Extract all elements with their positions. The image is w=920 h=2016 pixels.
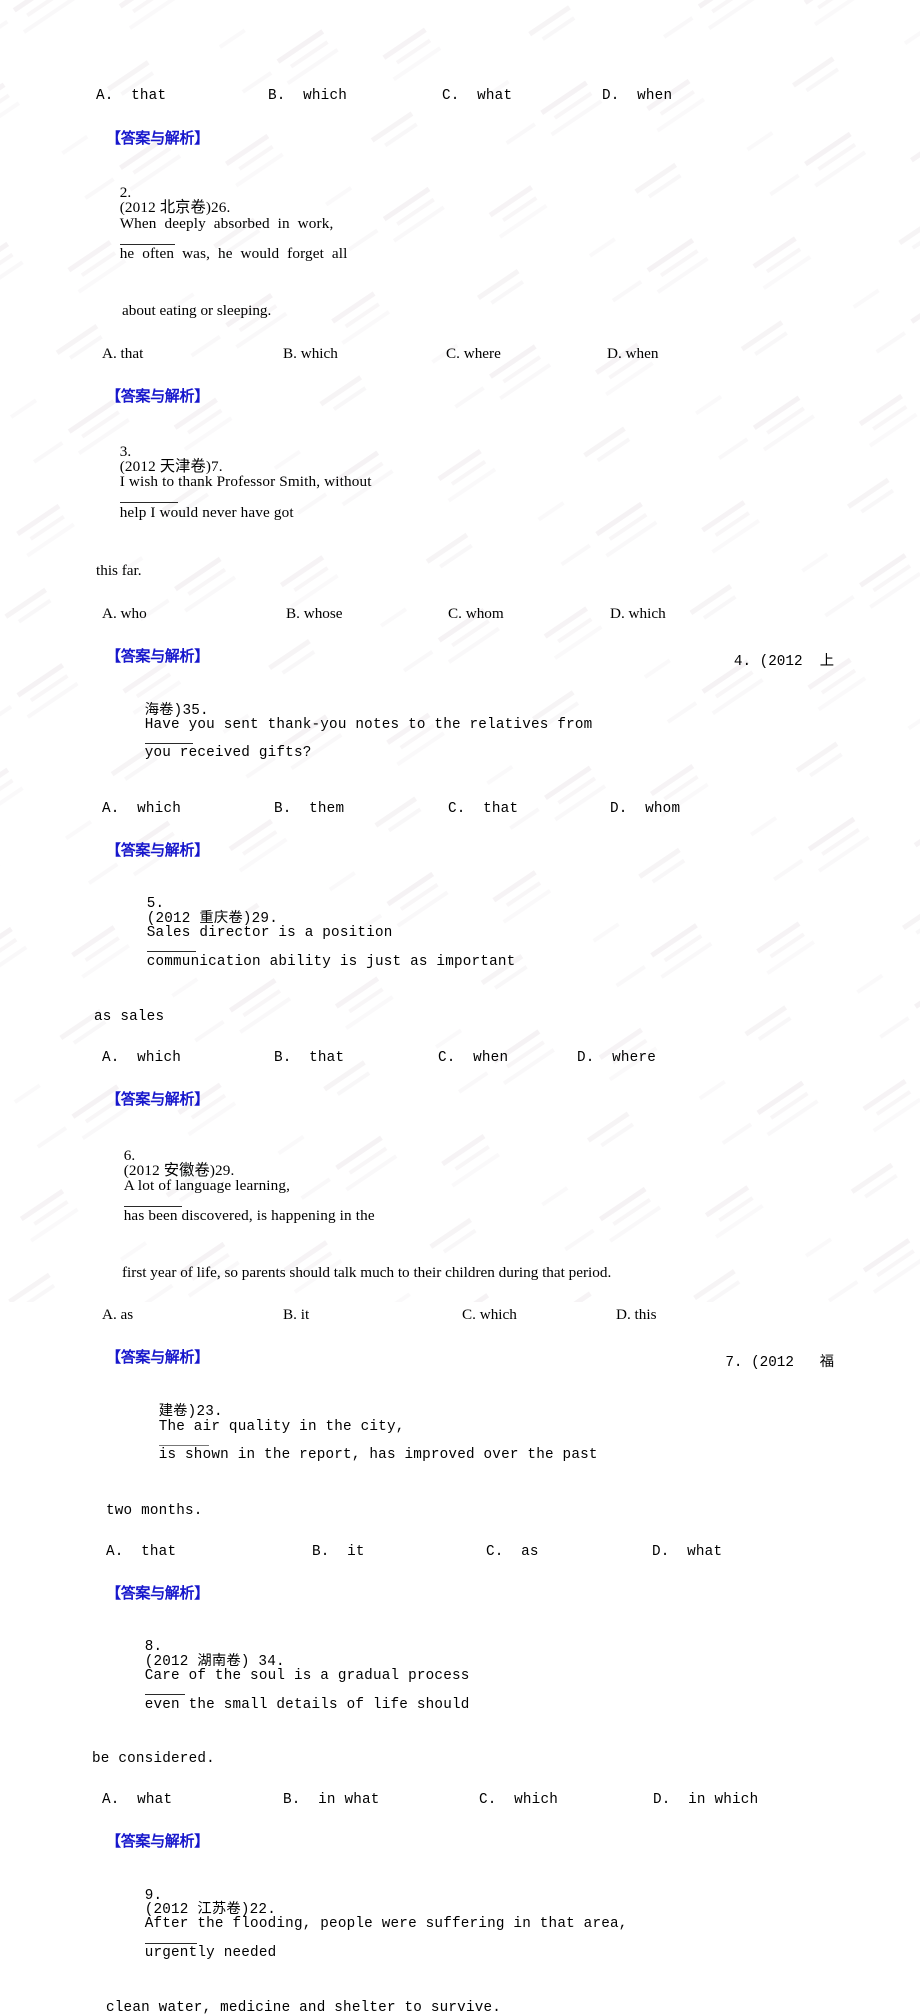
- option-b[interactable]: B. it: [283, 1306, 462, 1324]
- question-9-stem-line-2: clean water, medicine and shelter to sur…: [106, 1999, 502, 2016]
- option-d[interactable]: D. whom: [610, 801, 680, 817]
- answer-analysis-header-7[interactable]: 【答案与解析】: [96, 1582, 880, 1603]
- question-3-stem-line-1: 3. (2012 天津卷)7. I wish to thank Professo…: [96, 429, 880, 535]
- question-6-stem-line-1: 6. (2012 安徽卷)29. A lot of language learn…: [96, 1132, 880, 1238]
- question-9-stem-b: urgently needed: [144, 1944, 277, 1961]
- option-c[interactable]: C. as: [486, 1544, 652, 1560]
- question-3-options: A. who B. whose C. whom D. which: [96, 605, 880, 623]
- answer-analysis-header-4[interactable]: 【答案与解析】: [96, 839, 880, 860]
- question-6-stem-line-2: first year of life, so parents should ta…: [122, 1263, 612, 1281]
- option-b[interactable]: B. that: [274, 1050, 438, 1066]
- option-c[interactable]: C. which: [462, 1306, 616, 1324]
- question-9-stem-line-1: 9. (2012 江苏卷)22. After the flooding, peo…: [92, 1874, 880, 1974]
- answer-analysis-header-3[interactable]: 【答案与解析】: [96, 648, 209, 665]
- question-3-stem-line-2: this far.: [96, 562, 142, 580]
- question-4-options: A. which B. them C. that D. whom: [96, 801, 880, 817]
- option-b[interactable]: B. them: [274, 801, 448, 817]
- question-6-stem-a: A lot of language learning,: [123, 1177, 291, 1195]
- question-4-blank[interactable]: [144, 743, 193, 745]
- question-8: 8. (2012 湖南卷) 34. Care of the soul is a …: [92, 1626, 880, 1851]
- option-a[interactable]: A. who: [102, 605, 286, 623]
- question-8-stem-a: Care of the soul is a gradual process: [144, 1668, 470, 1684]
- option-d[interactable]: D. which: [610, 605, 666, 623]
- option-c[interactable]: C. which: [479, 1792, 653, 1808]
- question-4: 海卷)35. Have you sent thank-you notes to …: [96, 689, 880, 860]
- option-c[interactable]: C. what: [442, 88, 602, 104]
- question-1-options: A. that B. which C. what D. when: [96, 88, 880, 104]
- question-7-stem-b: is shown in the report, has improved ove…: [158, 1447, 598, 1464]
- question-6: 6. (2012 安徽卷)29. A lot of language learn…: [96, 1132, 880, 1372]
- question-9-blank[interactable]: [144, 1942, 197, 1944]
- answer-analysis-header-5[interactable]: 【答案与解析】: [96, 1088, 880, 1109]
- question-4-stem-b: you received gifts?: [144, 745, 312, 762]
- option-a[interactable]: A. as: [102, 1306, 283, 1324]
- question-8-stem-line-2: be considered.: [92, 1751, 215, 1768]
- option-a[interactable]: A. that: [96, 88, 268, 104]
- answer-analysis-header-6[interactable]: 【答案与解析】: [96, 1349, 209, 1366]
- question-5-blank[interactable]: [146, 951, 196, 953]
- answer-analysis-header-1[interactable]: 【答案与解析】: [96, 127, 880, 148]
- option-a[interactable]: A. which: [102, 801, 274, 817]
- question-4-stem-a: Have you sent thank-you notes to the rel…: [144, 716, 593, 733]
- option-d[interactable]: D. where: [577, 1050, 656, 1066]
- question-7-blank[interactable]: [158, 1444, 209, 1446]
- option-a[interactable]: A. that: [106, 1544, 312, 1560]
- question-9: 9. (2012 江苏卷)22. After the flooding, peo…: [96, 1874, 880, 2016]
- question-8-blank[interactable]: [144, 1694, 185, 1696]
- question-4-number-overflow: 4. (2012 上: [733, 654, 834, 671]
- question-8-stem-line-1: 8. (2012 湖南卷) 34. Care of the soul is a …: [92, 1626, 880, 1726]
- question-8-options: A. what B. in what C. which D. in which: [96, 1792, 880, 1808]
- option-a[interactable]: A. what: [102, 1792, 283, 1808]
- option-b[interactable]: B. it: [312, 1544, 486, 1560]
- option-c[interactable]: C. that: [448, 801, 610, 817]
- answer-header-row-6: 【答案与解析】 7. (2012 福: [96, 1346, 880, 1371]
- option-d[interactable]: D. this: [616, 1306, 657, 1324]
- question-2-stem-line-1: 2. (2012 北京卷)26. When deeply absorbed in…: [96, 170, 880, 276]
- option-c[interactable]: C. where: [446, 345, 607, 363]
- question-3-stem-a: I wish to thank Professor Smith, without: [119, 473, 372, 491]
- question-6-stem-b: has been discovered, is happening in the: [123, 1207, 375, 1225]
- question-5-stem-line-2: as sales: [94, 1009, 165, 1026]
- question-7-stem-line-1: 建卷)23. The air quality in the city, is s…: [96, 1391, 880, 1477]
- option-d[interactable]: D. when: [602, 88, 672, 104]
- question-8-stem-b: even the small details of life should: [144, 1696, 470, 1713]
- option-b[interactable]: B. in what: [283, 1792, 479, 1808]
- question-5-options: A. which B. that C. when D. where: [96, 1050, 880, 1066]
- question-2-stem-b: he often was, he would forget all: [119, 245, 348, 263]
- question-6-options: A. as B. it C. which D. this: [96, 1306, 880, 1324]
- question-2-options: A. that B. which C. where D. when: [96, 345, 880, 363]
- option-d[interactable]: D. when: [607, 345, 658, 363]
- question-5: 5. (2012 重庆卷)29. Sales director is a pos…: [94, 883, 880, 1109]
- option-a[interactable]: A. that: [102, 345, 283, 363]
- option-a[interactable]: A. which: [102, 1050, 274, 1066]
- question-5-stem-b: communication ability is just as importa…: [146, 953, 516, 970]
- question-2: 2. (2012 北京卷)26. When deeply absorbed in…: [96, 170, 880, 406]
- question-7-number-overflow: 7. (2012 福: [725, 1355, 834, 1372]
- question-7: 建卷)23. The air quality in the city, is s…: [96, 1391, 880, 1603]
- option-c[interactable]: C. whom: [448, 605, 610, 623]
- question-9-stem-a: After the flooding, people were sufferin…: [144, 1916, 628, 1933]
- question-1-tail: A. that B. which C. what D. when 【答案与解析】: [96, 88, 880, 148]
- option-b[interactable]: B. which: [268, 88, 442, 104]
- document-page: A. that B. which C. what D. when 【答案与解析】…: [0, 0, 920, 2015]
- question-2-stem-line-2: about eating or sleeping.: [122, 302, 272, 320]
- option-d[interactable]: D. what: [652, 1544, 722, 1560]
- question-5-stem-a: Sales director is a position: [146, 924, 393, 941]
- option-b[interactable]: B. whose: [286, 605, 448, 623]
- option-c[interactable]: C. when: [438, 1050, 577, 1066]
- question-2-stem-a: When deeply absorbed in work,: [119, 214, 334, 232]
- answer-analysis-header-2[interactable]: 【答案与解析】: [96, 385, 880, 406]
- option-b[interactable]: B. which: [283, 345, 446, 363]
- question-7-stem-line-2: two months.: [106, 1502, 203, 1519]
- question-5-stem-line-1: 5. (2012 重庆卷)29. Sales director is a pos…: [94, 883, 880, 983]
- question-7-options: A. that B. it C. as D. what: [96, 1544, 880, 1560]
- answer-header-row-3: 【答案与解析】 4. (2012 上: [96, 645, 880, 670]
- question-3-stem-b: help I would never have got: [119, 503, 294, 521]
- option-d[interactable]: D. in which: [653, 1792, 758, 1808]
- answer-analysis-header-8[interactable]: 【答案与解析】: [96, 1830, 880, 1851]
- question-7-stem-a: The air quality in the city,: [158, 1418, 405, 1435]
- question-4-stem-line-1: 海卷)35. Have you sent thank-you notes to …: [92, 689, 880, 775]
- question-3: 3. (2012 天津卷)7. I wish to thank Professo…: [96, 429, 880, 671]
